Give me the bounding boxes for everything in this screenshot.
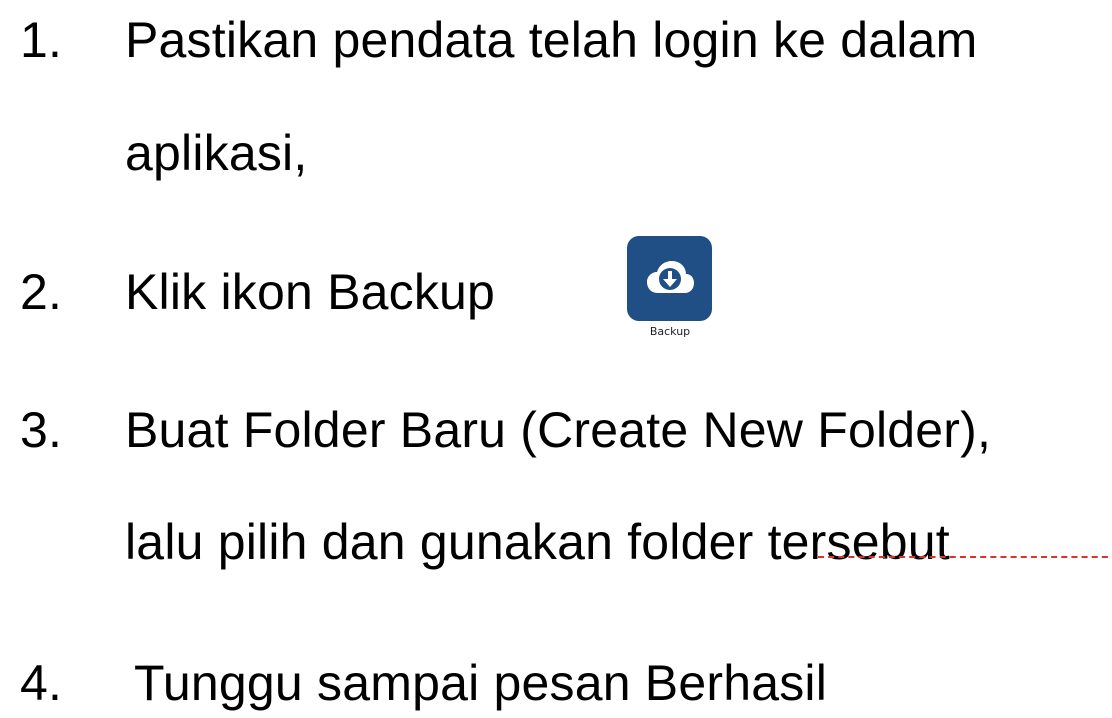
step-number: 3. xyxy=(20,402,63,458)
step-text: Tunggu sampai pesan Berhasil xyxy=(134,655,828,711)
icon-label: Backup xyxy=(649,325,691,338)
backup-app-icon[interactable]: Backup xyxy=(627,236,713,339)
annotation-dashed-line xyxy=(818,556,1112,558)
step-text: lalu pilih dan gunakan folder tersebut xyxy=(125,514,950,570)
cloud-download-icon xyxy=(646,260,694,293)
step-number: 4. xyxy=(20,655,63,711)
step-text: Pastikan pendata telah login ke dalam xyxy=(125,12,978,68)
step-text: aplikasi, xyxy=(125,125,308,181)
step-number: 2. xyxy=(20,264,63,320)
step-number: 1. xyxy=(20,12,63,68)
app-icon-tile xyxy=(627,236,712,321)
step-text: Buat Folder Baru (Create New Folder), xyxy=(125,402,992,458)
step-text: Klik ikon Backup xyxy=(125,264,496,320)
